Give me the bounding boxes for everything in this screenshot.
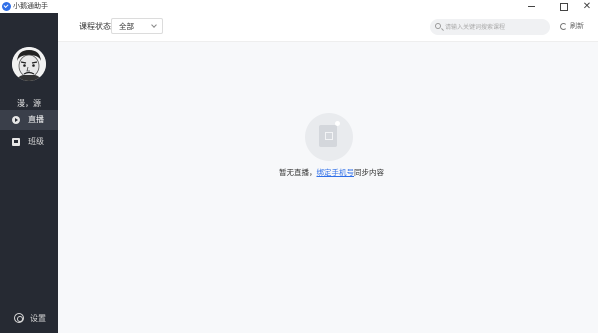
avatar[interactable] <box>12 47 46 81</box>
search-icon <box>435 23 441 29</box>
app-logo-icon <box>2 2 11 11</box>
sidebar-item-class[interactable]: 班级 <box>0 132 58 152</box>
window-title: 小鹅通助手 <box>13 2 48 10</box>
sidebar-item-live[interactable]: 直播 <box>0 110 58 130</box>
gear-icon <box>14 313 24 323</box>
settings-button[interactable]: 设置 <box>14 312 46 324</box>
minimize-button[interactable] <box>518 0 544 13</box>
search-input[interactable] <box>445 20 545 34</box>
play-circle-icon <box>12 116 20 124</box>
refresh-icon <box>560 23 567 30</box>
class-board-icon <box>12 138 20 146</box>
close-button[interactable]: ✕ <box>574 0 598 13</box>
search-box[interactable] <box>430 19 550 35</box>
empty-state-message: 暂无直播，绑定手机号同步内容 <box>279 168 384 178</box>
avatar-image-icon <box>12 47 46 81</box>
bind-phone-link[interactable]: 绑定手机号 <box>317 168 355 177</box>
course-status-select[interactable]: 全部 <box>111 18 163 34</box>
settings-label: 设置 <box>30 313 46 323</box>
refresh-label: 刷新 <box>570 22 584 30</box>
document-icon <box>319 125 337 147</box>
sidebar-item-label: 班级 <box>28 137 44 146</box>
empty-state-prefix: 暂无直播， <box>279 168 317 177</box>
title-bar: 小鹅通助手 ✕ <box>0 0 598 13</box>
sidebar: 漫，源 直播 班级 设置 <box>0 13 58 333</box>
main-content <box>58 42 598 333</box>
chevron-down-icon <box>151 22 157 28</box>
user-name: 漫，源 <box>17 99 41 108</box>
course-status-value: 全部 <box>119 22 134 31</box>
sidebar-item-label: 直播 <box>28 115 44 124</box>
refresh-button[interactable]: 刷新 <box>560 21 584 32</box>
empty-state-illustration <box>305 113 353 161</box>
empty-state-suffix: 同步内容 <box>354 168 384 177</box>
course-status-label: 课程状态: <box>79 22 114 31</box>
sparkle-icon <box>335 121 340 126</box>
